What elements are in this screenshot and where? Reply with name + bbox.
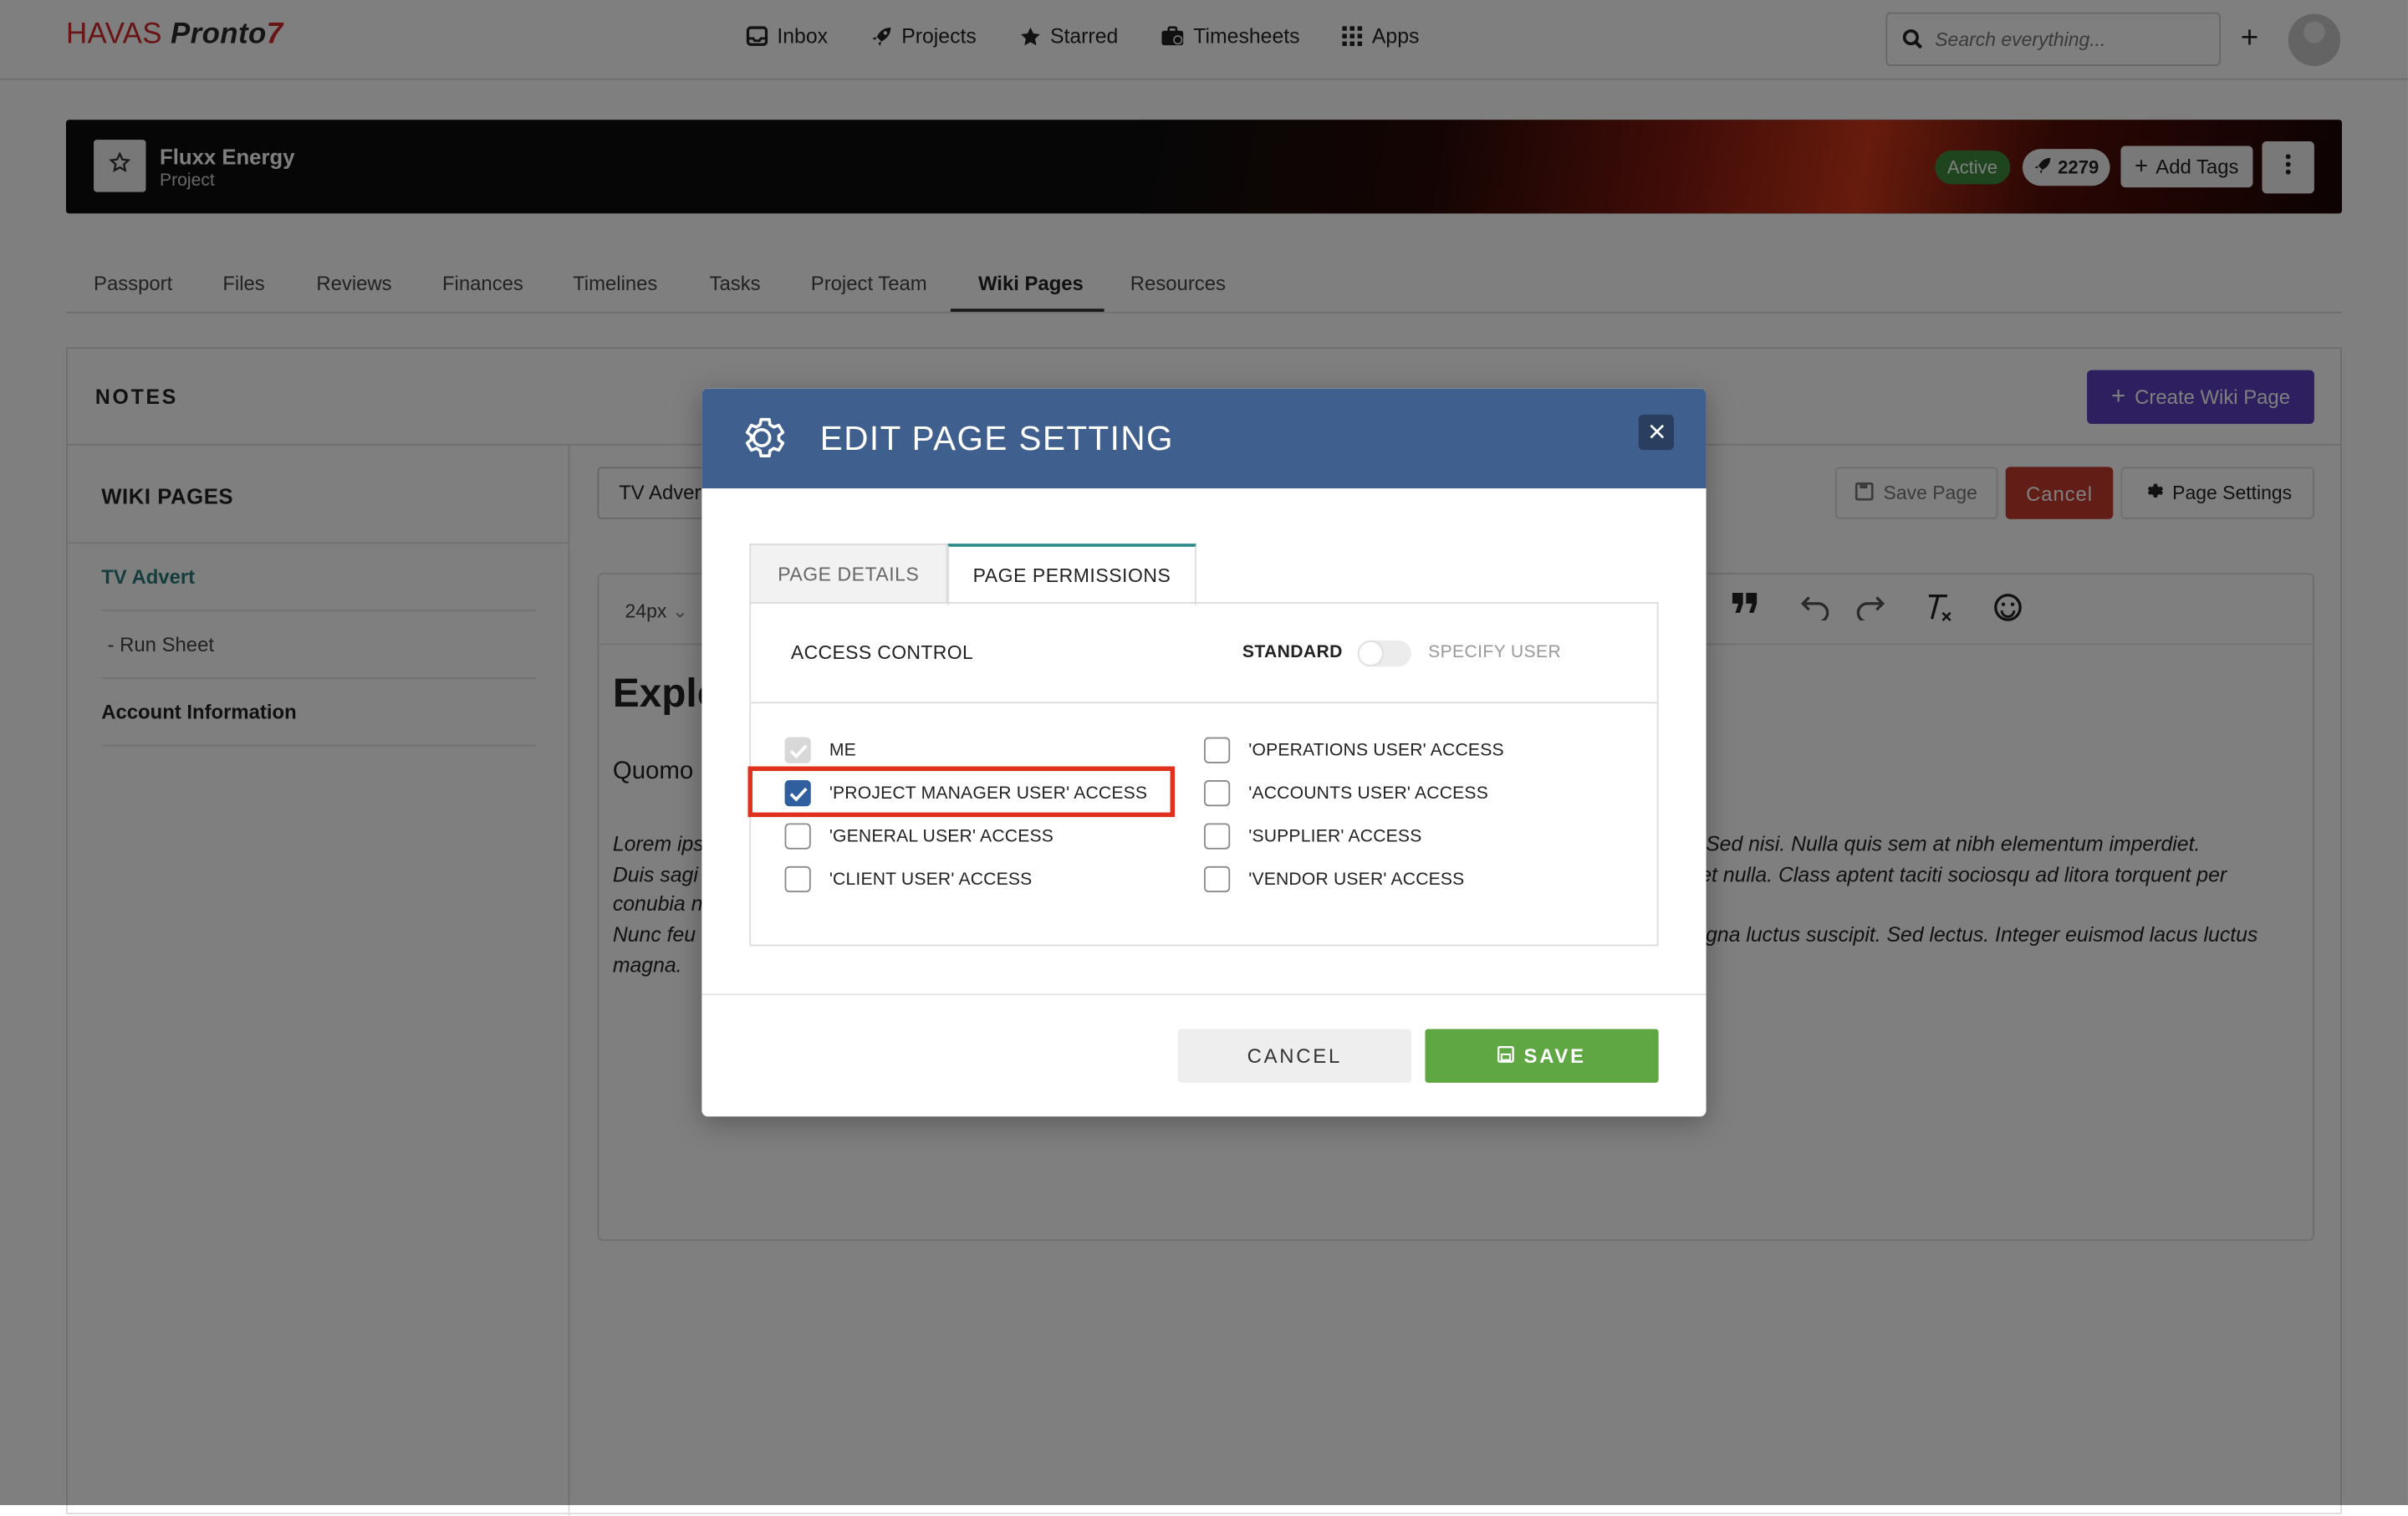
permission-accounts-user-label: 'ACCOUNTS USER' ACCESS xyxy=(1248,784,1488,803)
tab-page-details[interactable]: PAGE DETAILS xyxy=(749,544,948,604)
checkbox-supplier[interactable] xyxy=(1203,823,1231,850)
specify-user-label: SPECIFY USER xyxy=(1428,643,1562,662)
close-modal-button[interactable] xyxy=(1638,414,1675,451)
divider xyxy=(701,993,1707,996)
permission-client-user-label: 'CLIENT USER' ACCESS xyxy=(829,870,1033,889)
cancel-button[interactable]: CANCEL xyxy=(1177,1029,1411,1083)
app-root: HAVAS Pronto7 Inbox Projects Starred Tim… xyxy=(0,0,2408,1516)
permission-me-label: ME xyxy=(829,741,856,760)
permission-general-user[interactable]: 'GENERAL USER' ACCESS xyxy=(784,823,1054,850)
checkbox-me[interactable] xyxy=(784,737,811,763)
checkbox-operations-user[interactable] xyxy=(1203,737,1231,763)
permission-accounts-user[interactable]: 'ACCOUNTS USER' ACCESS xyxy=(1203,780,1488,807)
modal-title: EDIT PAGE SETTING xyxy=(819,419,1174,458)
edit-page-setting-modal: EDIT PAGE SETTING PAGE DETAILS PAGE PERM… xyxy=(701,388,1707,1117)
access-control-label: ACCESS CONTROL xyxy=(790,641,974,664)
floppy-icon xyxy=(1497,1044,1515,1068)
permission-vendor-user-label: 'VENDOR USER' ACCESS xyxy=(1248,870,1465,889)
checkbox-vendor-user[interactable] xyxy=(1203,865,1231,893)
permission-me[interactable]: ME xyxy=(784,737,856,763)
modal-header: EDIT PAGE SETTING xyxy=(701,388,1707,489)
permission-supplier[interactable]: 'SUPPLIER' ACCESS xyxy=(1203,823,1422,850)
gear-icon xyxy=(734,410,789,472)
checkbox-accounts-user[interactable] xyxy=(1203,780,1231,807)
standard-label: STANDARD xyxy=(1242,643,1343,662)
permission-supplier-label: 'SUPPLIER' ACCESS xyxy=(1248,827,1422,846)
save-button[interactable]: SAVE xyxy=(1425,1029,1659,1083)
permission-operations-user-label: 'OPERATIONS USER' ACCESS xyxy=(1248,741,1504,760)
permission-vendor-user[interactable]: 'VENDOR USER' ACCESS xyxy=(1203,865,1465,893)
close-icon xyxy=(1649,419,1664,447)
checkbox-general-user[interactable] xyxy=(784,823,811,850)
checkbox-client-user[interactable] xyxy=(784,865,811,893)
permission-operations-user[interactable]: 'OPERATIONS USER' ACCESS xyxy=(1203,737,1504,763)
access-mode-toggle[interactable] xyxy=(1357,640,1411,667)
tab-page-permissions[interactable]: PAGE PERMISSIONS xyxy=(947,544,1196,605)
permission-general-user-label: 'GENERAL USER' ACCESS xyxy=(829,827,1054,846)
access-control-row: ACCESS CONTROL STANDARD SPECIFY USER xyxy=(751,604,1657,704)
permission-client-user[interactable]: 'CLIENT USER' ACCESS xyxy=(784,865,1033,893)
save-label: SAVE xyxy=(1523,1044,1586,1068)
highlight-annotation xyxy=(747,766,1176,818)
